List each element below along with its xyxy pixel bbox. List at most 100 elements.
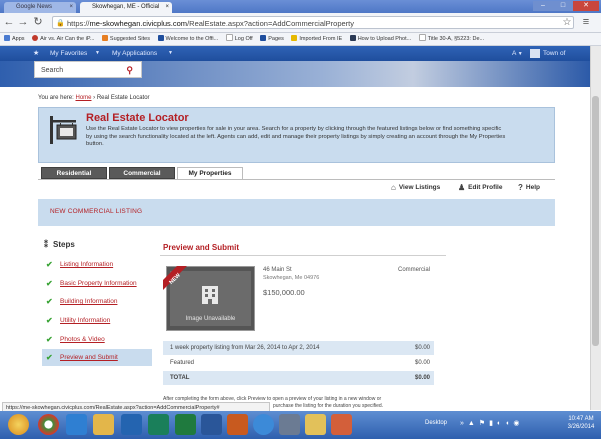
folder-icon (291, 35, 298, 41)
url-prefix: https:// (67, 19, 90, 28)
bookmark-item[interactable]: Title 30-A, §5223: De... (418, 33, 485, 45)
site-icon (349, 35, 356, 41)
bookmark-label: Imported From IE (299, 36, 343, 42)
powerpoint-icon[interactable] (227, 414, 248, 435)
clock-time: 10:47 AM (568, 416, 594, 422)
chrome-icon[interactable] (38, 414, 59, 435)
step-link[interactable]: Basic Property Information (60, 280, 137, 287)
back-icon[interactable]: ← (3, 16, 15, 29)
reload-icon[interactable]: ↻ (32, 16, 44, 29)
breadcrumb-home-link[interactable]: Home (75, 95, 91, 101)
step-link[interactable]: Utility Information (60, 317, 110, 324)
view-listings-button[interactable]: ⌂ View Listings (391, 183, 440, 192)
lock-icon: 🔒 (56, 20, 65, 27)
url-field[interactable]: 🔒 https://me-skowhegan.civicplus.com/Rea… (52, 16, 574, 29)
my-favorites-menu[interactable]: My Favorites (50, 46, 87, 61)
help-label: Help (525, 184, 540, 191)
steps-title: Steps (53, 240, 75, 249)
my-applications-menu[interactable]: My Applications (112, 46, 157, 61)
tab-commercial[interactable]: Commercial (109, 167, 175, 179)
paint-icon[interactable] (331, 414, 352, 435)
check-icon: ✔ (46, 335, 53, 344)
new-listing-heading: NEW COMMERCIAL LISTING (50, 208, 143, 215)
url-path: /RealEstate.aspx?action=AddCommercialPro… (187, 19, 355, 28)
step-link[interactable]: Listing Information (60, 261, 113, 268)
step-listing-information[interactable]: ✔ Listing Information (42, 256, 152, 273)
check-icon: ✔ (46, 297, 53, 306)
bookmark-item[interactable]: Air vs. Air Can the iP... (32, 33, 94, 45)
site-icon (157, 35, 164, 41)
bookmark-item[interactable]: Apps (4, 33, 25, 45)
step-building-information[interactable]: ✔ Building Information (42, 293, 152, 310)
building-icon (202, 286, 218, 304)
site-search-input[interactable]: Search ⚲ (34, 61, 142, 78)
breadcrumb-separator: › (93, 95, 96, 101)
chevron-down-icon: ▼ (168, 50, 173, 56)
fee-row: Featured $0.00 (163, 356, 434, 370)
tab-my-properties[interactable]: My Properties (177, 167, 243, 179)
tab-skowhegan[interactable]: Skowhegan, ME - Official × (80, 2, 172, 13)
outlook-icon[interactable] (121, 414, 142, 435)
step-link[interactable]: Preview and Submit (60, 354, 118, 361)
step-preview-and-submit[interactable]: ✔ Preview and Submit (42, 349, 152, 366)
breadcrumb-current: Real Estate Locator (96, 95, 150, 101)
calculator-icon[interactable] (279, 414, 300, 435)
bookmark-item[interactable]: Pages (260, 33, 284, 45)
bookmark-item[interactable]: Log Off (225, 33, 253, 45)
tab-label: Skowhegan, ME - Official (92, 4, 160, 10)
help-button[interactable]: ? Help (518, 183, 540, 192)
edit-profile-button[interactable]: ♟ Edit Profile (458, 183, 502, 192)
tab-google-news[interactable]: Google News × (4, 2, 76, 13)
step-link[interactable]: Building Information (60, 298, 117, 305)
menu-icon[interactable]: ≡ (580, 16, 592, 29)
site-top-bar: ★ My Favorites ▼ My Applications ▼ A ▼ T… (0, 46, 590, 61)
search-icon[interactable]: ⚲ (126, 62, 133, 79)
taskbar-clock[interactable]: 10:47 AM 3/26/2014 (564, 415, 598, 431)
scrollbar-thumb[interactable] (592, 96, 599, 346)
step-link[interactable]: Photos & Video (60, 336, 105, 343)
fee-total-row: TOTAL $0.00 (163, 371, 434, 385)
listing-city: Skowhegan, Me 04976 (263, 275, 320, 281)
ie-blue-icon[interactable] (253, 414, 274, 435)
close-tab-icon[interactable]: × (165, 2, 169, 13)
listing-price: $150,000.00 (263, 288, 305, 297)
step-basic-property-information[interactable]: ✔ Basic Property Information (42, 275, 152, 292)
ie-icon[interactable] (66, 414, 87, 435)
town-menu[interactable]: Town of (543, 46, 565, 61)
media-player-icon[interactable] (148, 414, 169, 435)
forward-icon[interactable]: → (17, 16, 29, 29)
folder-icon[interactable] (305, 414, 326, 435)
maximize-button[interactable]: □ (553, 1, 573, 11)
apps-icon (4, 35, 10, 41)
minimize-button[interactable]: – (533, 1, 553, 11)
fee-label: 1 week property listing from Mar 26, 201… (170, 345, 320, 351)
check-icon: ✔ (46, 279, 53, 288)
step-photos-video[interactable]: ✔ Photos & Video (42, 331, 152, 348)
close-tab-icon[interactable]: × (69, 2, 73, 13)
bookmark-star-icon[interactable]: ☆ (561, 16, 573, 29)
bookmark-label: Title 30-A, §5223: De... (427, 36, 485, 42)
tab-residential[interactable]: Residential (41, 167, 107, 179)
bookmark-label: Apps (12, 36, 25, 42)
chevron-down-icon: ▼ (95, 50, 100, 56)
system-tray-icons[interactable]: »▲⚑▮◐◖◉ (460, 419, 524, 427)
close-window-button[interactable]: ✕ (573, 1, 599, 11)
preview-heading: Preview and Submit (163, 243, 240, 252)
font-size-control[interactable]: A ▼ (512, 46, 523, 62)
bookmark-item[interactable]: Suggested Sites (101, 33, 150, 45)
check-icon: ✔ (46, 316, 53, 325)
house-icon: ⌂ (391, 183, 396, 192)
step-utility-information[interactable]: ✔ Utility Information (42, 312, 152, 329)
bookmark-label: Suggested Sites (109, 36, 150, 42)
word-icon[interactable] (201, 414, 222, 435)
explorer-icon[interactable] (93, 414, 114, 435)
windows-start-icon[interactable] (8, 414, 29, 435)
clock-date: 3/26/2014 (567, 424, 595, 430)
bookmark-folder[interactable]: Imported From IE (291, 33, 342, 45)
desktop-toolbar-label[interactable]: Desktop (425, 420, 447, 426)
preview-divider (160, 255, 446, 256)
bookmark-item[interactable]: How to Upload Phot... (349, 33, 411, 45)
real-estate-sign-icon (50, 116, 77, 144)
bookmark-item[interactable]: Welcome to the Offi... (157, 33, 218, 45)
excel-icon[interactable] (175, 414, 196, 435)
